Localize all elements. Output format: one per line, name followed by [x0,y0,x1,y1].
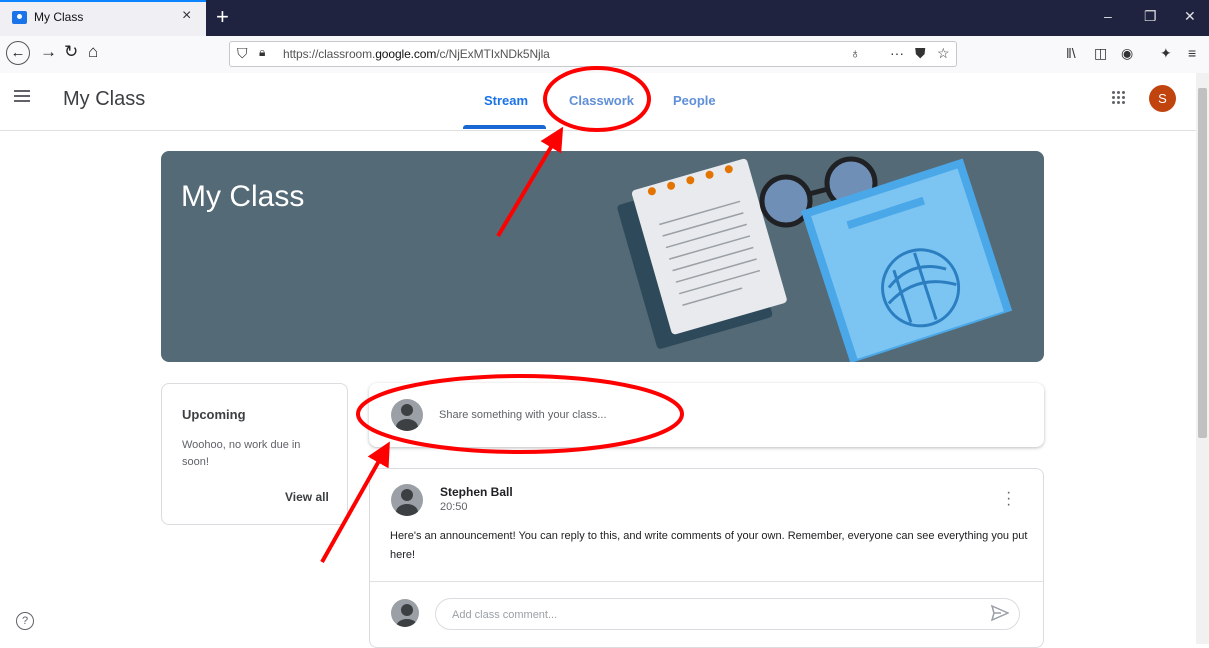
library-icon[interactable]: ‖\ [1066,45,1076,61]
shield-icon[interactable]: ⛉ [237,45,248,62]
post-divider [370,581,1043,582]
comment-placeholder[interactable]: Add class comment... [452,609,557,621]
more-icon[interactable]: ··· [890,45,904,61]
send-icon[interactable] [991,605,1009,621]
avatar[interactable]: S [1149,85,1176,112]
minimize-button[interactable]: – [1104,8,1112,24]
scrollbar-thumb[interactable] [1198,88,1207,438]
post-text: Here's an announcement! You can reply to… [390,530,1028,561]
tab-title: My Class [34,10,84,24]
tab-close-button[interactable]: × [182,7,191,25]
page-title: My Class [63,88,146,110]
forward-icon[interactable]: → [40,42,57,62]
commenter-avatar-icon [391,599,419,627]
tab-stream[interactable]: Stream [484,93,528,108]
account-icon[interactable]: ◉ [1121,45,1133,62]
browser-tab[interactable] [0,0,206,36]
tab-people[interactable]: People [673,93,716,108]
upcoming-title: Upcoming [182,407,246,422]
reload-icon[interactable]: ↻ [64,42,78,62]
banner-title: My Class [181,180,305,213]
restore-button[interactable]: ❐ [1144,8,1157,25]
url-text[interactable]: https://classroom.google.com/c/NjExMTIxN… [283,47,550,61]
menu-icon[interactable]: ≡ [1188,45,1196,61]
new-tab-button[interactable]: + [216,4,229,30]
pocket-icon[interactable]: ⛊ [915,45,926,62]
apps-icon[interactable] [1112,91,1126,105]
lock-icon[interactable]: 🔒︎ [259,45,265,60]
main-menu-icon[interactable] [14,90,30,102]
tab-classwork[interactable]: Classwork [569,93,634,108]
post-author: Stephen Ball [440,485,513,499]
help-icon[interactable]: ? [16,612,34,630]
classroom-favicon-icon [12,11,27,24]
sidebar-icon[interactable]: ◫ [1094,45,1107,62]
bulb-icon[interactable]: ♁ [850,45,861,61]
user-avatar-icon [391,399,423,431]
home-icon[interactable]: ⌂ [88,42,98,62]
active-tab-indicator [463,125,546,129]
view-all-button[interactable]: View all [285,490,329,504]
share-placeholder[interactable]: Share something with your class... [439,409,607,421]
star-icon[interactable]: ☆ [937,45,950,62]
post-time: 20:50 [440,501,468,513]
kebab-icon[interactable]: · · · [1006,485,1011,513]
extension-icon[interactable]: ✦ [1160,45,1172,62]
close-window-button[interactable]: ✕ [1184,8,1196,25]
author-avatar-icon [391,484,423,516]
upcoming-text: Woohoo, no work due in soon! [182,439,301,468]
back-icon[interactable]: ← [6,41,30,65]
